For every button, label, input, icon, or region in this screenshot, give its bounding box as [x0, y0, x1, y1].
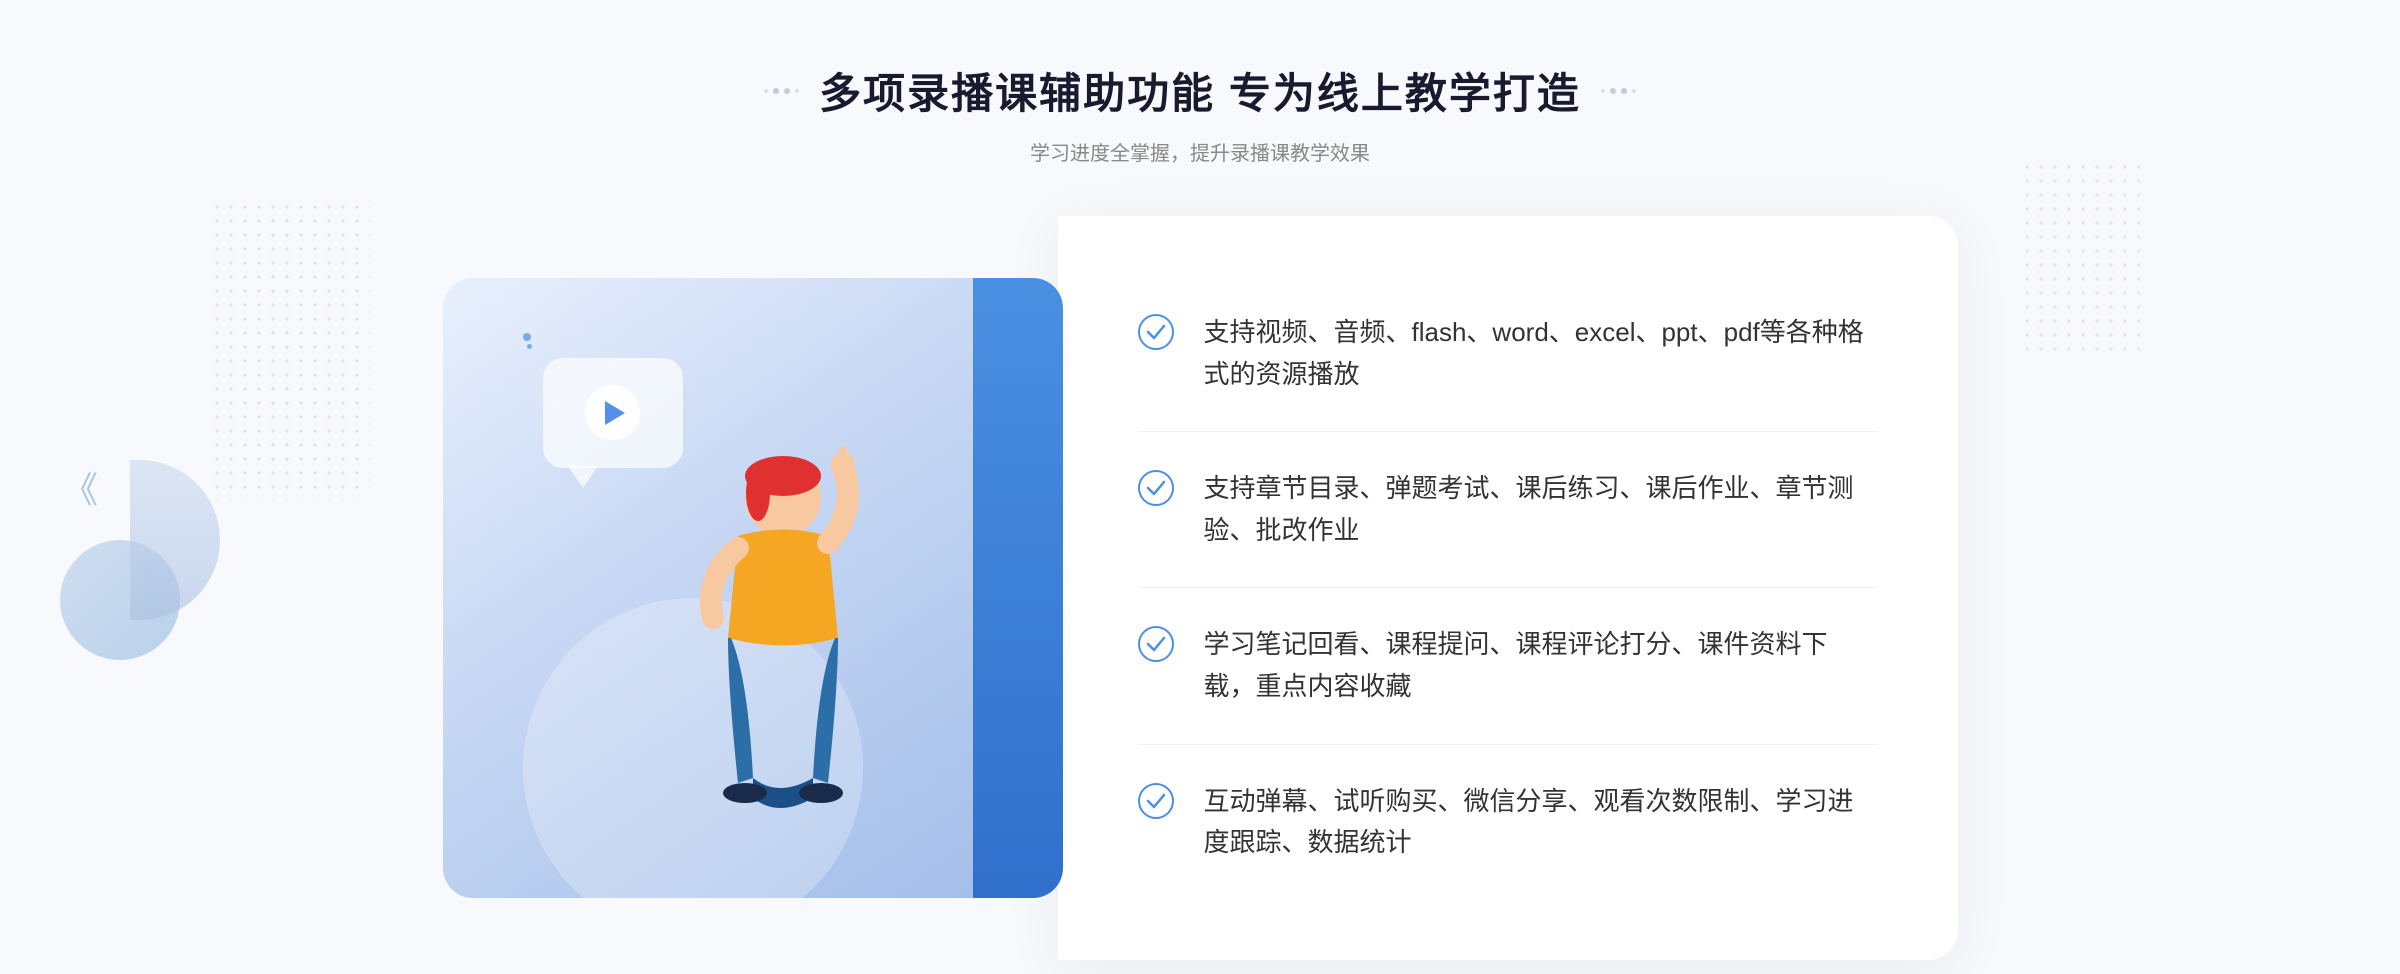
check-icon-4 [1138, 783, 1174, 819]
left-nav-arrows[interactable]: 《 [62, 461, 98, 513]
bg-semicircle-left [130, 460, 220, 620]
illustration-card [443, 278, 1063, 898]
decorator-left [764, 88, 799, 94]
check-icon-3 [1138, 626, 1174, 662]
feature-item-4: 互动弹幕、试听购买、微信分享、观看次数限制、学习进度跟踪、数据统计 [1138, 745, 1878, 900]
person-illustration [583, 418, 863, 898]
decorator-right [1601, 88, 1636, 94]
sparkle-decoration [523, 333, 532, 349]
features-panel: 支持视频、音频、flash、word、excel、ppt、pdf等各种格式的资源… [1058, 216, 1958, 960]
check-icon-1 [1138, 314, 1174, 350]
feature-item-1: 支持视频、音频、flash、word、excel、ppt、pdf等各种格式的资源… [1138, 276, 1878, 432]
bg-dots-left [210, 200, 370, 500]
blue-accent-bar [973, 278, 1063, 898]
feature-item-2: 支持章节目录、弹题考试、课后练习、课后作业、章节测验、批改作业 [1138, 432, 1878, 588]
page-container: 《 多项录播课辅助功能 专为线上教学打造 学习进度全掌握，提升录播课教学效果 [0, 0, 2400, 974]
page-subtitle: 学习进度全掌握，提升录播课教学效果 [764, 137, 1636, 166]
feature-text-3: 学习笔记回看、课程提问、课程评论打分、课件资料下载，重点内容收藏 [1204, 624, 1878, 707]
feature-text-1: 支持视频、音频、flash、word、excel、ppt、pdf等各种格式的资源… [1204, 312, 1878, 395]
header-section: 多项录播课辅助功能 专为线上教学打造 学习进度全掌握，提升录播课教学效果 [764, 0, 1636, 166]
bg-dots-right [2020, 160, 2140, 360]
header-decorators: 多项录播课辅助功能 专为线上教学打造 [764, 60, 1636, 121]
feature-text-4: 互动弹幕、试听购买、微信分享、观看次数限制、学习进度跟踪、数据统计 [1204, 781, 1878, 864]
feature-text-2: 支持章节目录、弹题考试、课后练习、课后作业、章节测验、批改作业 [1204, 468, 1878, 551]
chevron-left-icon: 《 [62, 461, 98, 513]
main-content: 支持视频、音频、flash、word、excel、ppt、pdf等各种格式的资源… [400, 216, 2000, 960]
feature-item-3: 学习笔记回看、课程提问、课程评论打分、课件资料下载，重点内容收藏 [1138, 588, 1878, 744]
page-title: 多项录播课辅助功能 专为线上教学打造 [819, 60, 1581, 121]
check-icon-2 [1138, 470, 1174, 506]
